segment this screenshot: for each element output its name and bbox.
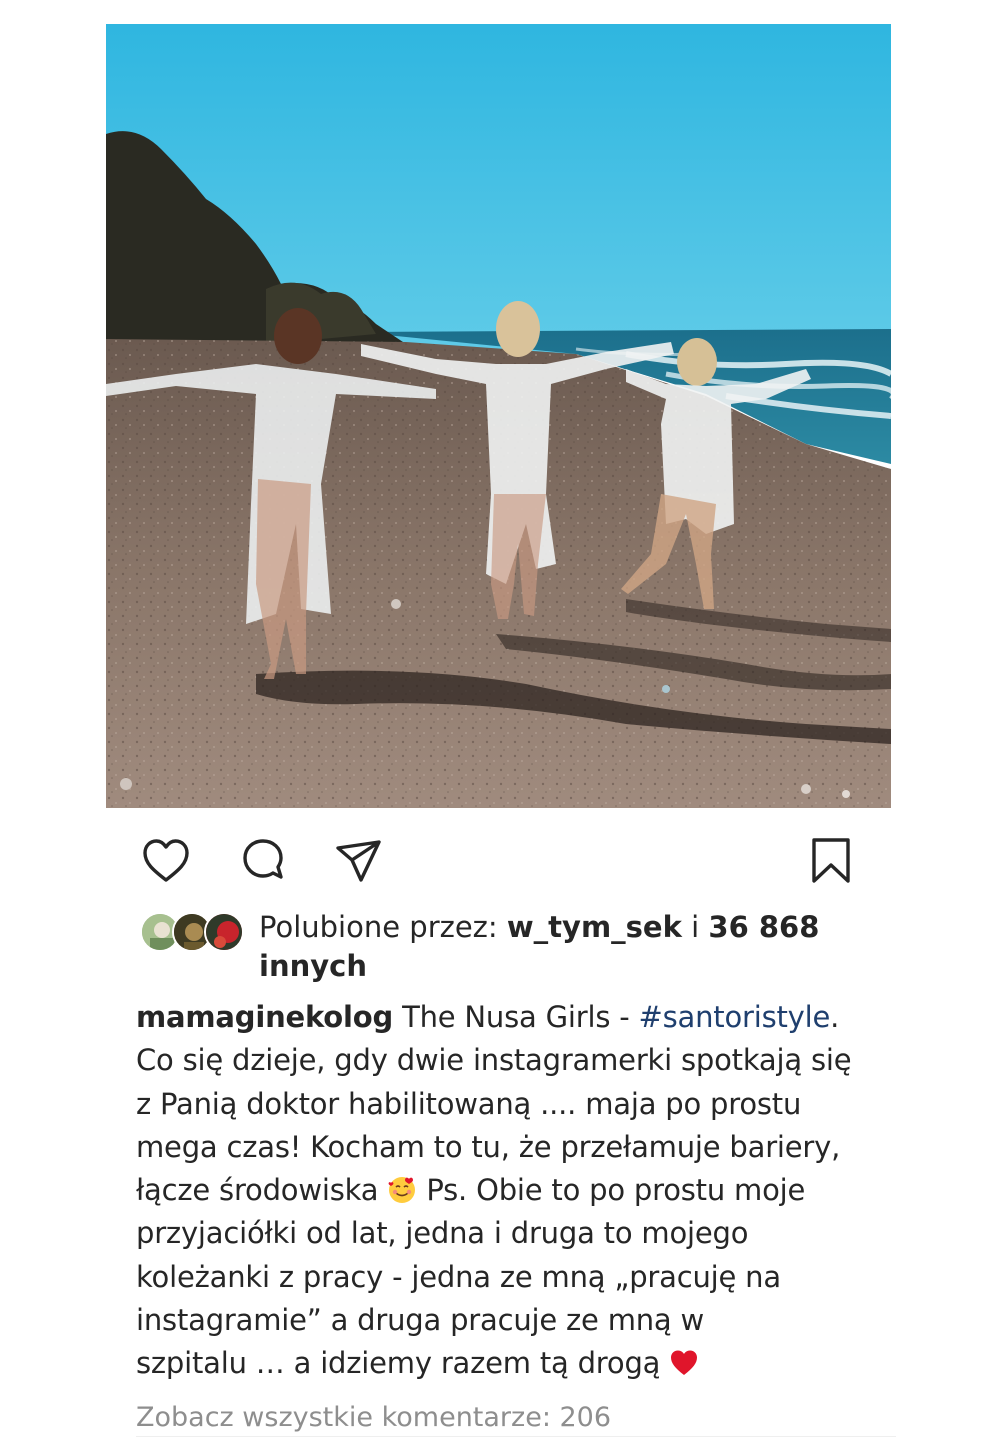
bookmark-icon[interactable] <box>806 836 856 886</box>
caption-punctuation: . <box>830 1000 840 1034</box>
instagram-post: Polubione przez: w_tym_sek i 36 868 inny… <box>0 0 996 1440</box>
post-caption: mamaginekolog The Nusa Girls - #santoris… <box>136 996 876 1386</box>
comment-bubble-icon[interactable] <box>238 836 288 886</box>
beach-photo-illustration <box>106 24 891 808</box>
likes-suffix[interactable]: innych <box>259 949 367 983</box>
caption-line: koleżanki z pracy - jedna ze mną „pracuj… <box>136 1259 781 1294</box>
likers-avatars[interactable] <box>140 912 245 954</box>
heart-outline-icon[interactable] <box>141 836 191 886</box>
post-photo[interactable] <box>106 24 891 808</box>
hashtag-link[interactable]: #santoristyle <box>639 1000 831 1034</box>
likes-prefix: Polubione przez: <box>259 910 498 944</box>
caption-line: łącze środowiska Ps. Obie to po prostu m… <box>136 1169 876 1212</box>
caption-line: szpitalu … a idziemy razem tą drogą <box>136 1342 876 1385</box>
avatar <box>204 912 244 952</box>
caption-text: łącze środowiska <box>136 1173 379 1208</box>
caption-line: przyjaciółki od lat, jedna i druga to mo… <box>136 1216 749 1251</box>
caption-line: mega czas! Kocham to tu, że przełamuje b… <box>136 1129 841 1164</box>
caption-text: The Nusa Girls - <box>402 1000 630 1034</box>
author-username[interactable]: mamaginekolog <box>136 1000 393 1034</box>
caption-text: szpitalu … a idziemy razem tą drogą <box>136 1346 661 1381</box>
caption-line: z Panią doktor habilitowaną .... maja po… <box>136 1086 802 1121</box>
view-all-comments-link[interactable]: Zobacz wszystkie komentarze: 206 <box>136 1398 611 1438</box>
likes-summary: Polubione przez: w_tym_sek i 36 868 inny… <box>259 908 879 986</box>
divider <box>136 1436 896 1437</box>
caption-text: Ps. Obie to po prostu moje <box>426 1173 806 1208</box>
caption-line: mamaginekolog The Nusa Girls - #santoris… <box>136 996 876 1039</box>
likes-count[interactable]: 36 868 <box>708 910 819 944</box>
caption-line: instagramie” a druga pracuje ze mną w <box>136 1303 705 1338</box>
liker-username[interactable]: w_tym_sek <box>507 910 682 944</box>
red-heart-emoji <box>669 1348 699 1378</box>
smiling-face-with-hearts-emoji <box>387 1175 417 1205</box>
likes-connector: i <box>691 910 700 944</box>
caption-line: Co się dzieje, gdy dwie instagramerki sp… <box>136 1043 852 1078</box>
paper-plane-icon[interactable] <box>334 836 384 886</box>
